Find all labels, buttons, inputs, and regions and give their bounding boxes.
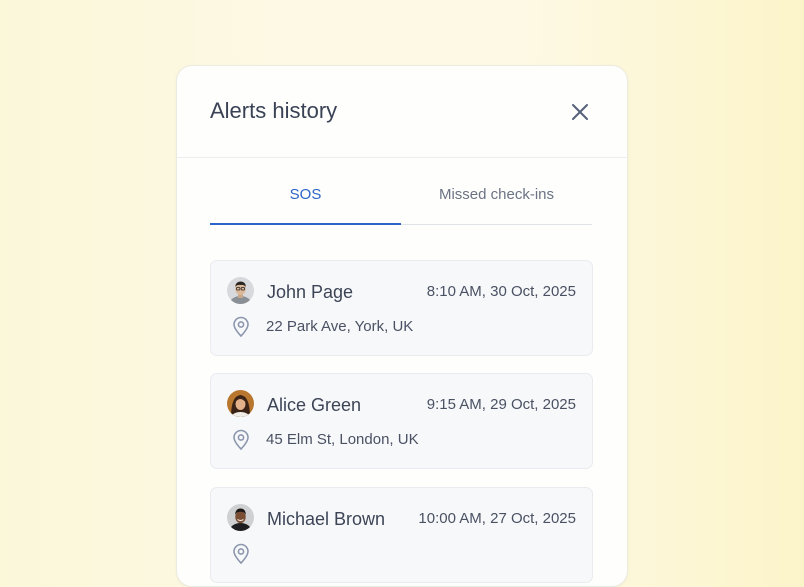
person-name: John Page	[267, 282, 354, 302]
location-pin-icon	[233, 543, 249, 565]
avatar	[227, 504, 254, 531]
alert-time: 10:00 AM, 27 Oct, 2025	[418, 510, 576, 527]
alert-card[interactable]: Alice Green 9:15 AM, 29 Oct, 2025 45 Elm…	[210, 373, 593, 469]
alert-address: 45 Elm St, London, UK	[266, 431, 419, 448]
location-pin-icon	[233, 316, 249, 338]
dialog-header: Alerts history	[177, 66, 627, 158]
alert-card[interactable]: John Page 8:10 AM, 30 Oct, 2025 22 Park …	[210, 260, 593, 356]
alerts-history-dialog: Alerts history SOS Missed check-ins John…	[176, 65, 628, 587]
avatar	[227, 277, 254, 304]
tab-missed-check-ins[interactable]: Missed check-ins	[401, 176, 592, 224]
person-name: Michael Brown	[267, 509, 386, 529]
avatar	[227, 390, 254, 417]
alert-address: 22 Park Ave, York, UK	[266, 318, 414, 335]
alert-time: 9:15 AM, 29 Oct, 2025	[426, 396, 576, 413]
close-icon[interactable]	[569, 101, 591, 123]
person-name: Alice Green	[267, 395, 362, 415]
location-pin-icon	[233, 429, 249, 451]
tab-bar: SOS Missed check-ins	[210, 176, 592, 225]
dialog-title: Alerts history	[210, 98, 338, 123]
alert-card[interactable]: Michael Brown 10:00 AM, 27 Oct, 2025	[210, 487, 593, 583]
alert-time: 8:10 AM, 30 Oct, 2025	[426, 283, 576, 300]
tab-sos[interactable]: SOS	[210, 176, 401, 225]
